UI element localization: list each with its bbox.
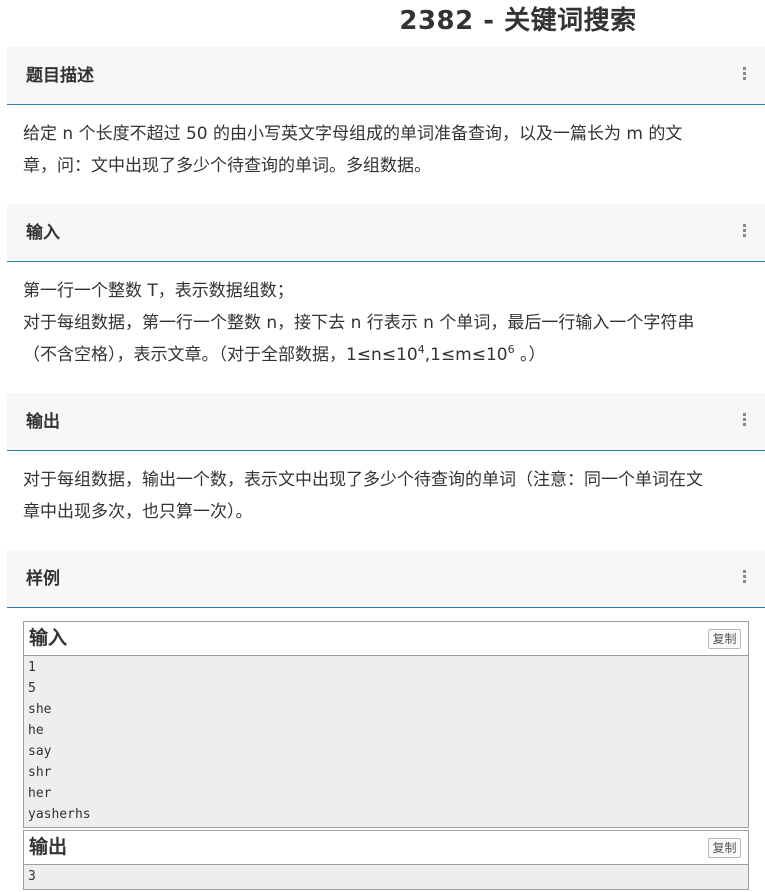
- kebab-menu-icon[interactable]: [743, 570, 747, 584]
- page-title: 2382 - 关键词搜索: [399, 6, 637, 36]
- output-body: 对于每组数据，输出一个数，表示文中出现了多少个待查询的单词（注意：同一个单词在文…: [23, 464, 753, 528]
- output-line-2: 章中出现多次，也只算一次）。: [23, 502, 253, 522]
- input-line-3-a: （不含空格），表示文章。（对于全部数据，1≤n≤10: [23, 345, 418, 365]
- description-line-1: 给定 n 个长度不超过 50 的由小写英文字母组成的单词准备查询，以及一篇长为 …: [23, 124, 683, 144]
- description-line-2: 章，问：文中出现了多少个待查询的单词。多组数据。: [23, 156, 431, 176]
- input-line-3-b: ,1≤m≤10: [424, 345, 508, 365]
- description-body: 给定 n 个长度不超过 50 的由小写英文字母组成的单词准备查询，以及一篇长为 …: [23, 118, 753, 182]
- input-body: 第一行一个整数 T，表示数据组数； 对于每组数据，第一行一个整数 n，接下去 n…: [23, 275, 753, 371]
- sample-input-text[interactable]: 1 5 she he say shr her yasherhs: [24, 656, 748, 827]
- sample-output-text[interactable]: 3: [24, 865, 748, 889]
- sample-input-header: 输入 复制: [24, 622, 748, 656]
- section-title-output: 输出: [26, 412, 60, 432]
- kebab-menu-icon[interactable]: [743, 224, 747, 238]
- section-header-input: 输入: [7, 204, 765, 262]
- input-line-2: 对于每组数据，第一行一个整数 n，接下去 n 行表示 n 个单词，最后一行输入一…: [23, 313, 695, 333]
- sample-input-label: 输入: [29, 627, 68, 649]
- sample-input-box: 输入 复制 1 5 she he say shr her yasherhs: [23, 621, 749, 828]
- input-line-3-c: 。）: [514, 345, 546, 365]
- kebab-menu-icon[interactable]: [743, 67, 747, 81]
- section-header-description: 题目描述: [7, 47, 765, 105]
- sample-output-box: 输出 复制 3: [23, 830, 749, 890]
- output-line-1: 对于每组数据，输出一个数，表示文中出现了多少个待查询的单词（注意：同一个单词在文: [23, 470, 703, 490]
- sample-output-label: 输出: [29, 836, 68, 858]
- section-title-sample: 样例: [26, 569, 60, 589]
- kebab-menu-icon[interactable]: [743, 413, 747, 427]
- exponent-m: 6: [507, 343, 515, 356]
- exponent-n: 4: [417, 343, 425, 356]
- copy-input-button[interactable]: 复制: [708, 629, 741, 649]
- input-line-3: （不含空格），表示文章。（对于全部数据，1≤n≤104,1≤m≤106 。）: [23, 339, 753, 371]
- sample-output-header: 输出 复制: [24, 831, 748, 865]
- copy-output-button[interactable]: 复制: [708, 838, 741, 858]
- section-title-description: 题目描述: [26, 66, 94, 86]
- section-title-input: 输入: [26, 223, 60, 243]
- section-header-sample: 样例: [7, 550, 765, 608]
- input-line-1: 第一行一个整数 T，表示数据组数；: [23, 281, 294, 301]
- section-header-output: 输出: [7, 393, 765, 451]
